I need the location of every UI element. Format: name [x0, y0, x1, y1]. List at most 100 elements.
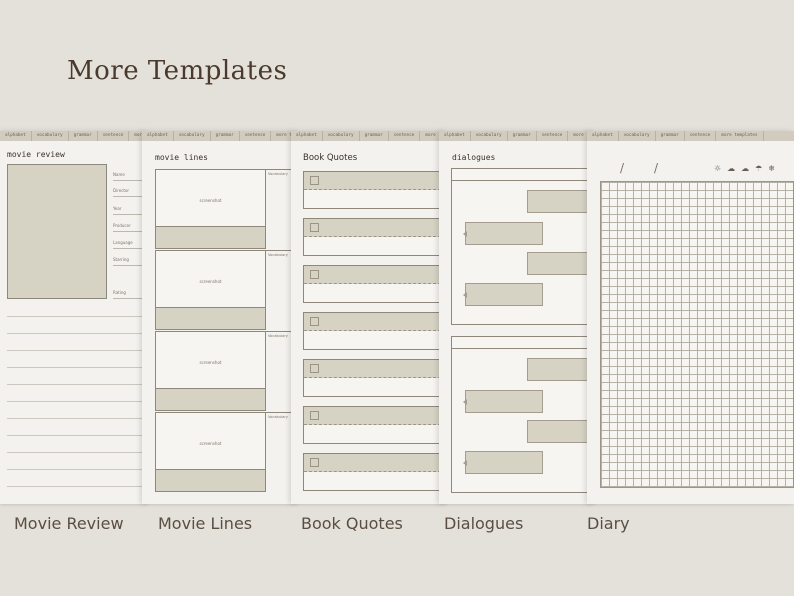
tab-alphabet[interactable]: alphabet — [142, 131, 174, 141]
checkbox-icon — [310, 317, 319, 326]
caption-bar — [156, 388, 265, 410]
tab-sentence[interactable]: sentence — [389, 131, 421, 141]
label-diary: Diary — [587, 514, 630, 533]
tab-grammar[interactable]: grammar — [656, 131, 685, 141]
template-title: dialogues — [452, 153, 496, 162]
template-dialogues[interactable]: alphabet vocabulary grammar sentence mor… — [439, 131, 595, 504]
speech-bubble-left — [463, 222, 543, 245]
tab-grammar[interactable]: grammar — [69, 131, 98, 141]
tab-strip: alphabet vocabulary grammar sentence mor… — [587, 131, 794, 141]
field-starring: Starring — [113, 254, 143, 266]
screenshot-label: screenshot — [199, 441, 222, 446]
tab-alphabet[interactable]: alphabet — [439, 131, 471, 141]
field-year: Year — [113, 203, 143, 215]
quote-card — [303, 218, 447, 256]
field-producer: Producer — [113, 220, 143, 232]
checkbox-icon — [310, 458, 319, 467]
tab-alphabet[interactable]: alphabet — [0, 131, 32, 141]
quote-card — [303, 406, 447, 444]
template-title: Book Quotes — [303, 153, 358, 163]
speech-bubble-left — [463, 451, 543, 474]
note-line — [7, 350, 143, 351]
speech-bubble-left — [463, 283, 543, 306]
tab-alphabet[interactable]: alphabet — [587, 131, 619, 141]
field-rating: Rating — [113, 287, 143, 299]
field-director: Director — [113, 185, 143, 197]
tab-vocabulary[interactable]: vocabulary — [323, 131, 360, 141]
note-line — [7, 401, 143, 402]
tab-sentence[interactable]: sentence — [240, 131, 272, 141]
cloud-sun-icon[interactable]: ☁ — [727, 164, 735, 173]
page-title: More Templates — [67, 56, 288, 86]
field-language: Language — [113, 237, 143, 249]
screenshot-label: screenshot — [199, 279, 222, 284]
checkbox-icon — [310, 223, 319, 232]
quote-card — [303, 453, 447, 491]
tab-sentence[interactable]: sentence — [537, 131, 569, 141]
speech-bubble-left — [463, 390, 543, 413]
quote-card — [303, 312, 447, 350]
label-movie-lines: Movie Lines — [158, 514, 253, 533]
template-book-quotes[interactable]: alphabet vocabulary grammar sentence mor… — [291, 131, 447, 504]
tab-grammar[interactable]: grammar — [360, 131, 389, 141]
tab-sentence[interactable]: sentence — [685, 131, 717, 141]
dialogue-box — [451, 168, 595, 325]
screenshot-label: screenshot — [199, 198, 222, 203]
template-title: movie review — [7, 150, 65, 159]
grid-writing-area[interactable] — [600, 181, 794, 488]
quote-card — [303, 171, 447, 209]
tab-alphabet[interactable]: alphabet — [291, 131, 323, 141]
checkbox-icon — [310, 364, 319, 373]
caption-bar — [156, 469, 265, 491]
caption-bar — [156, 226, 265, 248]
tab-vocabulary[interactable]: vocabulary — [619, 131, 656, 141]
template-title: movie lines — [155, 153, 208, 162]
tab-strip: alphabet vocabulary grammar sentence mor… — [142, 131, 298, 141]
quote-card — [303, 359, 447, 397]
poster-placeholder — [7, 164, 107, 299]
template-movie-lines[interactable]: alphabet vocabulary grammar sentence mor… — [142, 131, 298, 504]
note-line — [7, 452, 143, 453]
note-line — [7, 469, 143, 470]
date-separator: / — [654, 161, 659, 175]
cloud-icon[interactable]: ☁ — [741, 164, 749, 173]
note-line — [7, 333, 143, 334]
tab-strip: alphabet vocabulary grammar sentence mor… — [291, 131, 447, 141]
template-movie-review[interactable]: alphabet vocabulary grammar sentence mor… — [0, 131, 148, 504]
screenshot-frame: screenshot — [155, 250, 266, 330]
tab-grammar[interactable]: grammar — [508, 131, 537, 141]
rain-icon[interactable]: ☂ — [755, 164, 762, 173]
note-line — [7, 486, 143, 487]
tab-vocabulary[interactable]: vocabulary — [174, 131, 211, 141]
checkbox-icon — [310, 176, 319, 185]
dialogue-box — [451, 336, 595, 493]
label-dialogues: Dialogues — [444, 514, 524, 533]
tab-grammar[interactable]: grammar — [211, 131, 240, 141]
screenshot-frame: screenshot — [155, 169, 266, 249]
checkbox-icon — [310, 411, 319, 420]
weather-icons: ☼ ☁ ☁ ☂ ❄ — [714, 164, 775, 173]
snow-icon[interactable]: ❄ — [768, 164, 775, 173]
tab-sentence[interactable]: sentence — [98, 131, 130, 141]
tab-vocabulary[interactable]: vocabulary — [471, 131, 508, 141]
date-separator: / — [620, 161, 625, 175]
speech-bubble-right — [527, 252, 595, 275]
sun-icon[interactable]: ☼ — [714, 164, 721, 173]
tab-vocabulary[interactable]: vocabulary — [32, 131, 69, 141]
field-name: Name — [113, 169, 143, 181]
template-diary[interactable]: alphabet vocabulary grammar sentence mor… — [587, 131, 794, 504]
tab-strip: alphabet vocabulary grammar sentence mor… — [0, 131, 148, 141]
screenshot-label: screenshot — [199, 360, 222, 365]
label-movie-review: Movie Review — [14, 514, 124, 533]
screenshot-frame: screenshot — [155, 412, 266, 492]
tab-more-templates[interactable]: more templates — [716, 131, 764, 141]
label-book-quotes: Book Quotes — [301, 514, 403, 533]
note-line — [7, 316, 143, 317]
tab-strip: alphabet vocabulary grammar sentence mor… — [439, 131, 595, 141]
note-line — [7, 418, 143, 419]
checkbox-icon — [310, 270, 319, 279]
speech-bubble-right — [527, 420, 595, 443]
screenshot-frame: screenshot — [155, 331, 266, 411]
note-line — [7, 384, 143, 385]
note-line — [7, 435, 143, 436]
